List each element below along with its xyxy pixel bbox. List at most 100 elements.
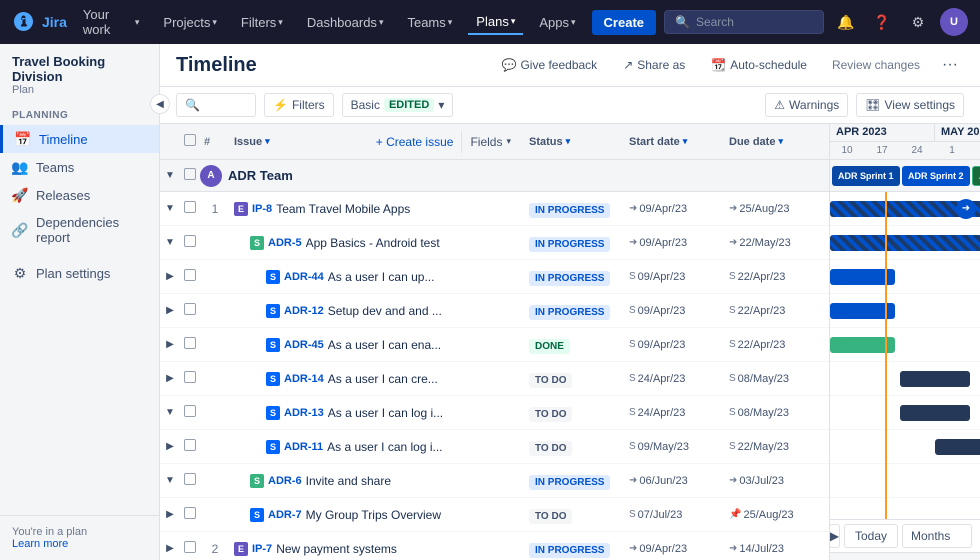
- row-checkbox[interactable]: [180, 337, 200, 352]
- issue-title[interactable]: Setup dev and and ...: [328, 304, 442, 318]
- group-checkbox[interactable]: [180, 168, 200, 183]
- sidebar-item-teams[interactable]: 👥 Teams: [0, 153, 159, 181]
- issue-key[interactable]: ADR-7: [268, 509, 302, 521]
- next-button[interactable]: ▶: [830, 524, 840, 548]
- issue-key[interactable]: IP-8: [252, 203, 272, 215]
- issue-title[interactable]: Invite and share: [306, 474, 391, 488]
- row-checkbox[interactable]: [180, 235, 200, 250]
- row-checkbox[interactable]: [180, 439, 200, 454]
- issue-key[interactable]: ADR-14: [284, 373, 324, 385]
- create-button[interactable]: Create: [592, 10, 656, 35]
- col-status[interactable]: Status ▾: [529, 136, 629, 148]
- gantt-bar-item[interactable]: [830, 235, 980, 251]
- issue-title[interactable]: As a user I can cre...: [328, 372, 438, 386]
- nav-dashboards[interactable]: Dashboards ▾: [299, 11, 392, 34]
- today-button[interactable]: Today: [844, 524, 898, 548]
- more-options-button[interactable]: ···: [936, 52, 964, 78]
- row-checkbox[interactable]: [180, 269, 200, 284]
- column-headers: # Issue ▾ + Create issue Fields ▾ Status: [160, 124, 829, 160]
- sidebar-collapse-button[interactable]: ◀: [150, 94, 170, 114]
- issue-key[interactable]: ADR-6: [268, 475, 302, 487]
- nav-projects[interactable]: Projects ▾: [155, 11, 225, 34]
- row-expand[interactable]: ▼: [160, 407, 180, 418]
- row-expand[interactable]: ▶: [160, 271, 180, 282]
- share-as-button[interactable]: ↗ Share as: [614, 53, 694, 77]
- row-startdate: S 09/May/23: [629, 441, 729, 453]
- issue-title[interactable]: My Group Trips Overview: [306, 508, 441, 522]
- dropdown-icon: ▾: [438, 98, 444, 112]
- nav-your-work[interactable]: Your work ▾: [75, 3, 147, 41]
- issue-title[interactable]: As a user I can up...: [328, 270, 435, 284]
- warnings-button[interactable]: ⚠ Warnings: [765, 93, 848, 117]
- startdate-icon: ➜: [629, 203, 637, 214]
- row-checkbox[interactable]: [180, 541, 200, 556]
- nav-teams[interactable]: Teams ▾: [399, 11, 460, 34]
- zoom-select[interactable]: Months: [902, 524, 972, 548]
- sidebar-item-plan-settings[interactable]: ⚙ Plan settings: [0, 259, 159, 287]
- issue-key[interactable]: IP-7: [252, 543, 272, 555]
- auto-schedule-button[interactable]: 📆 Auto-schedule: [702, 53, 816, 77]
- row-expand[interactable]: ▶: [160, 543, 180, 554]
- create-issue-button[interactable]: + Create issue: [368, 131, 462, 153]
- issue-title[interactable]: As a user I can log i...: [327, 440, 442, 454]
- row-expand[interactable]: ▼: [160, 237, 180, 248]
- sidebar-item-timeline[interactable]: 📅 Timeline: [0, 125, 159, 153]
- col-issue-header[interactable]: Issue ▾: [230, 136, 364, 148]
- review-changes-button[interactable]: Review changes: [824, 54, 928, 76]
- select-all-checkbox[interactable]: [180, 134, 200, 149]
- sidebar-item-dependencies[interactable]: 🔗 Dependencies report: [0, 209, 159, 251]
- issue-key[interactable]: ADR-11: [284, 441, 323, 453]
- row-checkbox[interactable]: [180, 371, 200, 386]
- row-checkbox[interactable]: [180, 507, 200, 522]
- learn-more-link[interactable]: Learn more: [12, 538, 147, 550]
- issue-key[interactable]: ADR-45: [284, 339, 324, 351]
- issue-key[interactable]: ADR-12: [284, 305, 324, 317]
- issue-key[interactable]: ADR-44: [284, 271, 324, 283]
- row-status: IN PROGRESS: [529, 304, 629, 318]
- status-badge: TO DO: [529, 407, 572, 422]
- issue-key[interactable]: ADR-5: [268, 237, 302, 249]
- row-expand[interactable]: ▶: [160, 509, 180, 520]
- search-box-nav[interactable]: 🔍 Search: [664, 10, 824, 34]
- issue-title[interactable]: New payment systems: [276, 542, 397, 556]
- gantt-nav-arrow[interactable]: ➜: [956, 199, 976, 219]
- user-avatar[interactable]: U: [940, 8, 968, 36]
- row-checkbox[interactable]: [180, 201, 200, 216]
- horizontal-scrollbar[interactable]: [830, 552, 980, 560]
- issue-title[interactable]: Team Travel Mobile Apps: [276, 202, 410, 216]
- fields-button[interactable]: Fields ▾: [461, 131, 519, 153]
- give-feedback-button[interactable]: 💬 Give feedback: [493, 53, 607, 77]
- row-expand[interactable]: ▼: [160, 203, 180, 214]
- issue-title[interactable]: As a user I can log i...: [328, 406, 443, 420]
- nav-apps[interactable]: Apps ▾: [531, 11, 583, 34]
- row-issue-info: E IP-7 New payment systems: [230, 542, 519, 556]
- row-checkbox[interactable]: [180, 303, 200, 318]
- gantt-bar-item[interactable]: [935, 439, 980, 455]
- search-input-box[interactable]: 🔍: [176, 93, 256, 117]
- row-checkbox[interactable]: [180, 405, 200, 420]
- nav-plans[interactable]: Plans ▾: [468, 10, 523, 35]
- row-expand[interactable]: ▶: [160, 373, 180, 384]
- notifications-icon[interactable]: 🔔: [832, 8, 860, 36]
- col-duedate[interactable]: Due date ▾: [729, 136, 829, 148]
- issue-title[interactable]: App Basics - Android test: [306, 236, 440, 250]
- sidebar-item-releases[interactable]: 🚀 Releases: [0, 181, 159, 209]
- row-expand[interactable]: ▶: [160, 339, 180, 350]
- row-expand[interactable]: ▼: [160, 475, 180, 486]
- help-icon[interactable]: ❓: [868, 8, 896, 36]
- settings-icon[interactable]: ⚙: [904, 8, 932, 36]
- col-startdate[interactable]: Start date ▾: [629, 136, 729, 148]
- logo[interactable]: Jira: [12, 10, 67, 34]
- issue-key[interactable]: ADR-13: [284, 407, 324, 419]
- basic-filter-button[interactable]: Basic EDITED ▾: [342, 93, 454, 117]
- issue-title[interactable]: As a user I can ena...: [328, 338, 441, 352]
- page-title: Timeline: [176, 54, 257, 77]
- row-checkbox[interactable]: [180, 473, 200, 488]
- gantt-bar-item[interactable]: [900, 371, 970, 387]
- row-expand[interactable]: ▶: [160, 441, 180, 452]
- gantt-bar-item[interactable]: [900, 405, 970, 421]
- nav-filters[interactable]: Filters ▾: [233, 11, 291, 34]
- row-expand[interactable]: ▶: [160, 305, 180, 316]
- filters-button[interactable]: ⚡ Filters: [264, 93, 334, 117]
- view-settings-button[interactable]: 🎛 View settings: [856, 93, 964, 117]
